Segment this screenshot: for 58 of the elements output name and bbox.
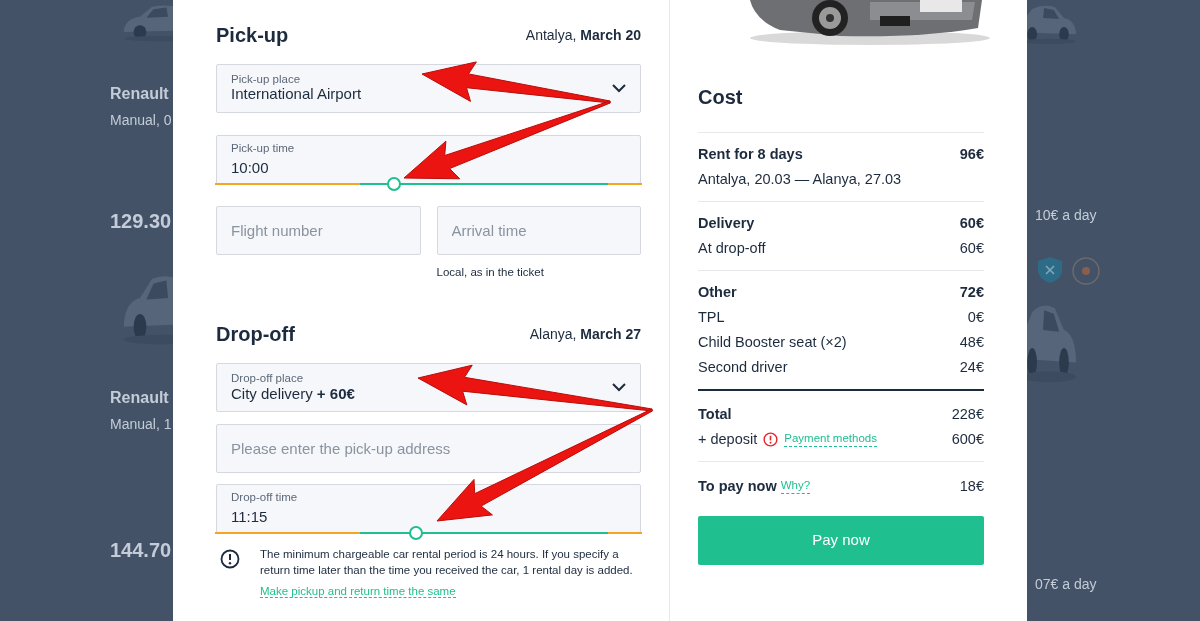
- cost-label: Child Booster seat (×2): [698, 333, 847, 352]
- field-label: Drop-off time: [231, 492, 299, 504]
- cost-value: 60€: [959, 239, 984, 258]
- field-value: City delivery + 60€: [231, 384, 356, 403]
- text-link[interactable]: Make pickup and return time the same: [260, 585, 456, 599]
- cost-label: At drop-off: [698, 239, 766, 258]
- car-price: 144.70: [110, 538, 173, 563]
- cost-value: 72€: [959, 283, 984, 302]
- date-label: Antalya, March 20: [525, 25, 641, 45]
- section-title: Drop-off: [216, 322, 295, 348]
- field-value: 11:15: [231, 507, 269, 526]
- car-price: 129.30: [110, 209, 173, 234]
- field-value: International Airport: [231, 85, 363, 104]
- shield-icon: [1037, 256, 1063, 284]
- date-label: Alanya, March 27: [529, 324, 641, 344]
- text-link[interactable]: Why?: [780, 479, 811, 494]
- note-text: The minimum chargeable car rental period is 24 hours. If you specify a return time later than the time you received the car, 1 rental day is added.: [260, 547, 634, 579]
- section-title: Pick-up: [216, 23, 289, 48]
- cost-label: Rent for 8 days: [698, 145, 803, 164]
- cost-value: 600€: [951, 430, 984, 449]
- cost-label: Delivery: [698, 214, 755, 233]
- field-label: Drop-off place: [231, 373, 305, 385]
- daily-price: 10€ a day: [1035, 206, 1098, 225]
- cost-label: + deposit: [698, 430, 758, 449]
- cost-value: 48€: [959, 333, 984, 352]
- badge-icon: [1071, 256, 1101, 286]
- car-name: Renault: [110, 84, 170, 104]
- warning-icon: [763, 432, 779, 447]
- cost-value: 96€: [959, 145, 984, 164]
- cost-label: TPL: [698, 308, 725, 327]
- chevron-down-icon: [612, 383, 626, 393]
- field-label: Pick-up time: [231, 143, 296, 155]
- cost-label: Other: [698, 283, 737, 302]
- info-icon: [220, 549, 240, 570]
- section-title: Cost: [698, 85, 744, 110]
- cost-label: Antalya, 20.03 — Alanya, 27.03: [698, 170, 902, 189]
- cost-value: 18€: [959, 477, 984, 496]
- cost-label: Total: [698, 405, 732, 424]
- field-value: 10:00: [231, 158, 270, 177]
- daily-price: 07€ a day: [1035, 575, 1098, 594]
- car-name: Renault: [110, 388, 170, 408]
- cost-value: 60€: [959, 214, 984, 233]
- text-link[interactable]: Payment methods: [784, 432, 877, 447]
- address-field[interactable]: Please enter the pick-up address: [216, 424, 641, 474]
- hint-text: Local, as in the ticket: [435, 265, 544, 280]
- pay-button[interactable]: Pay now: [698, 516, 984, 565]
- slider-thumb[interactable]: [408, 526, 423, 541]
- car-specs: Manual, 0: [110, 111, 173, 130]
- cost-label: To pay now: [698, 477, 777, 496]
- chevron-down-icon: [612, 84, 626, 93]
- field-label: Pick-up place: [231, 73, 302, 86]
- cost-value: 0€: [967, 308, 984, 327]
- cost-value: 228€: [951, 405, 984, 424]
- cost-label: Second driver: [698, 358, 788, 377]
- car-specs: Manual, 1: [110, 415, 173, 434]
- cost-value: 24€: [959, 358, 984, 377]
- input-field[interactable]: Flight number: [216, 206, 421, 255]
- input-field[interactable]: Arrival time: [436, 206, 641, 255]
